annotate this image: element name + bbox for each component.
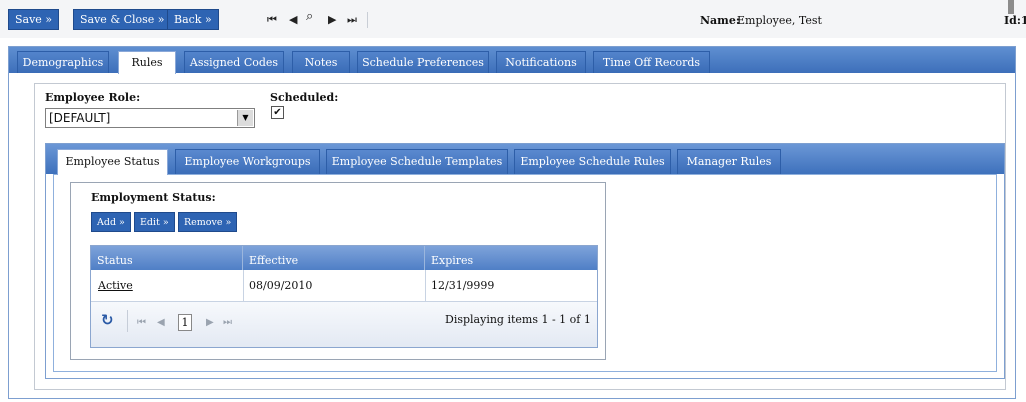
chevron-down-icon[interactable]: ▼: [237, 110, 253, 126]
first-page-icon[interactable]: ⏮: [137, 317, 146, 328]
tab-schedule-preferences[interactable]: Schedule Preferences: [357, 51, 489, 73]
name-value: Employee, Test: [737, 14, 822, 27]
previous-record-icon[interactable]: ◀: [289, 14, 297, 26]
scroll-marker: [1008, 0, 1014, 14]
effective-date-cell: 08/09/2010: [249, 279, 313, 292]
employee-role-label: Employee Role:: [45, 91, 141, 104]
column-divider: [425, 270, 426, 301]
employee-role-select[interactable]: [DEFAULT] ▼: [45, 108, 255, 128]
employee-role-value: [DEFAULT]: [49, 111, 111, 125]
tab-demographics[interactable]: Demographics: [17, 51, 109, 73]
pager-info: Displaying items 1 - 1 of 1: [445, 313, 591, 326]
last-page-icon[interactable]: ⏭: [223, 317, 232, 328]
back-button[interactable]: Back »: [167, 9, 219, 30]
pager-divider: [127, 310, 128, 332]
name-label: Name:: [700, 14, 740, 27]
column-header-status[interactable]: Status: [91, 246, 243, 270]
tab-employee-workgroups[interactable]: Employee Workgroups: [175, 149, 320, 174]
id-label: Id:1: [1004, 14, 1026, 27]
tab-manager-rules[interactable]: Manager Rules: [677, 149, 781, 174]
check-mark-icon: ✔: [273, 107, 282, 118]
search-record-icon[interactable]: ⌕: [306, 10, 313, 23]
tab-rules[interactable]: Rules: [118, 51, 176, 74]
expires-date-cell: 12/31/9999: [431, 279, 495, 292]
last-record-icon[interactable]: ⏭: [347, 14, 357, 26]
tab-employee-status[interactable]: Employee Status: [57, 149, 168, 175]
remove-status-button[interactable]: Remove »: [178, 212, 238, 232]
tab-employee-schedule-templates[interactable]: Employee Schedule Templates: [326, 149, 508, 174]
next-page-icon[interactable]: ▶: [206, 317, 214, 328]
tab-notifications[interactable]: Notifications: [496, 51, 586, 73]
column-header-expires[interactable]: Expires: [425, 246, 597, 270]
save-close-button[interactable]: Save & Close »: [73, 9, 172, 30]
toolbar-divider: [367, 12, 368, 28]
scheduled-checkbox[interactable]: ✔: [271, 106, 284, 119]
top-toolbar: Save » Save & Close » Back » ⏮ ◀ ⌕ ▶ ⏭ N…: [0, 0, 1026, 38]
save-button[interactable]: Save »: [8, 9, 60, 30]
add-status-button[interactable]: Add »: [91, 212, 131, 232]
edit-status-button[interactable]: Edit »: [134, 212, 175, 232]
tab-employee-schedule-rules[interactable]: Employee Schedule Rules: [514, 149, 671, 174]
first-record-icon[interactable]: ⏮: [267, 14, 277, 26]
column-divider: [243, 270, 244, 301]
previous-page-icon[interactable]: ◀: [157, 317, 165, 328]
status-link-active[interactable]: Active: [98, 279, 133, 292]
tab-notes[interactable]: Notes: [292, 51, 350, 73]
next-record-icon[interactable]: ▶: [328, 14, 336, 26]
column-header-effective[interactable]: Effective: [243, 246, 425, 270]
tab-time-off-records[interactable]: Time Off Records: [593, 51, 710, 73]
page-number-input[interactable]: 1: [178, 314, 192, 331]
scheduled-label: Scheduled:: [270, 91, 339, 104]
refresh-icon[interactable]: ↻: [101, 311, 114, 329]
tab-assigned-codes[interactable]: Assigned Codes: [184, 51, 284, 73]
employment-status-title: Employment Status:: [91, 191, 216, 204]
